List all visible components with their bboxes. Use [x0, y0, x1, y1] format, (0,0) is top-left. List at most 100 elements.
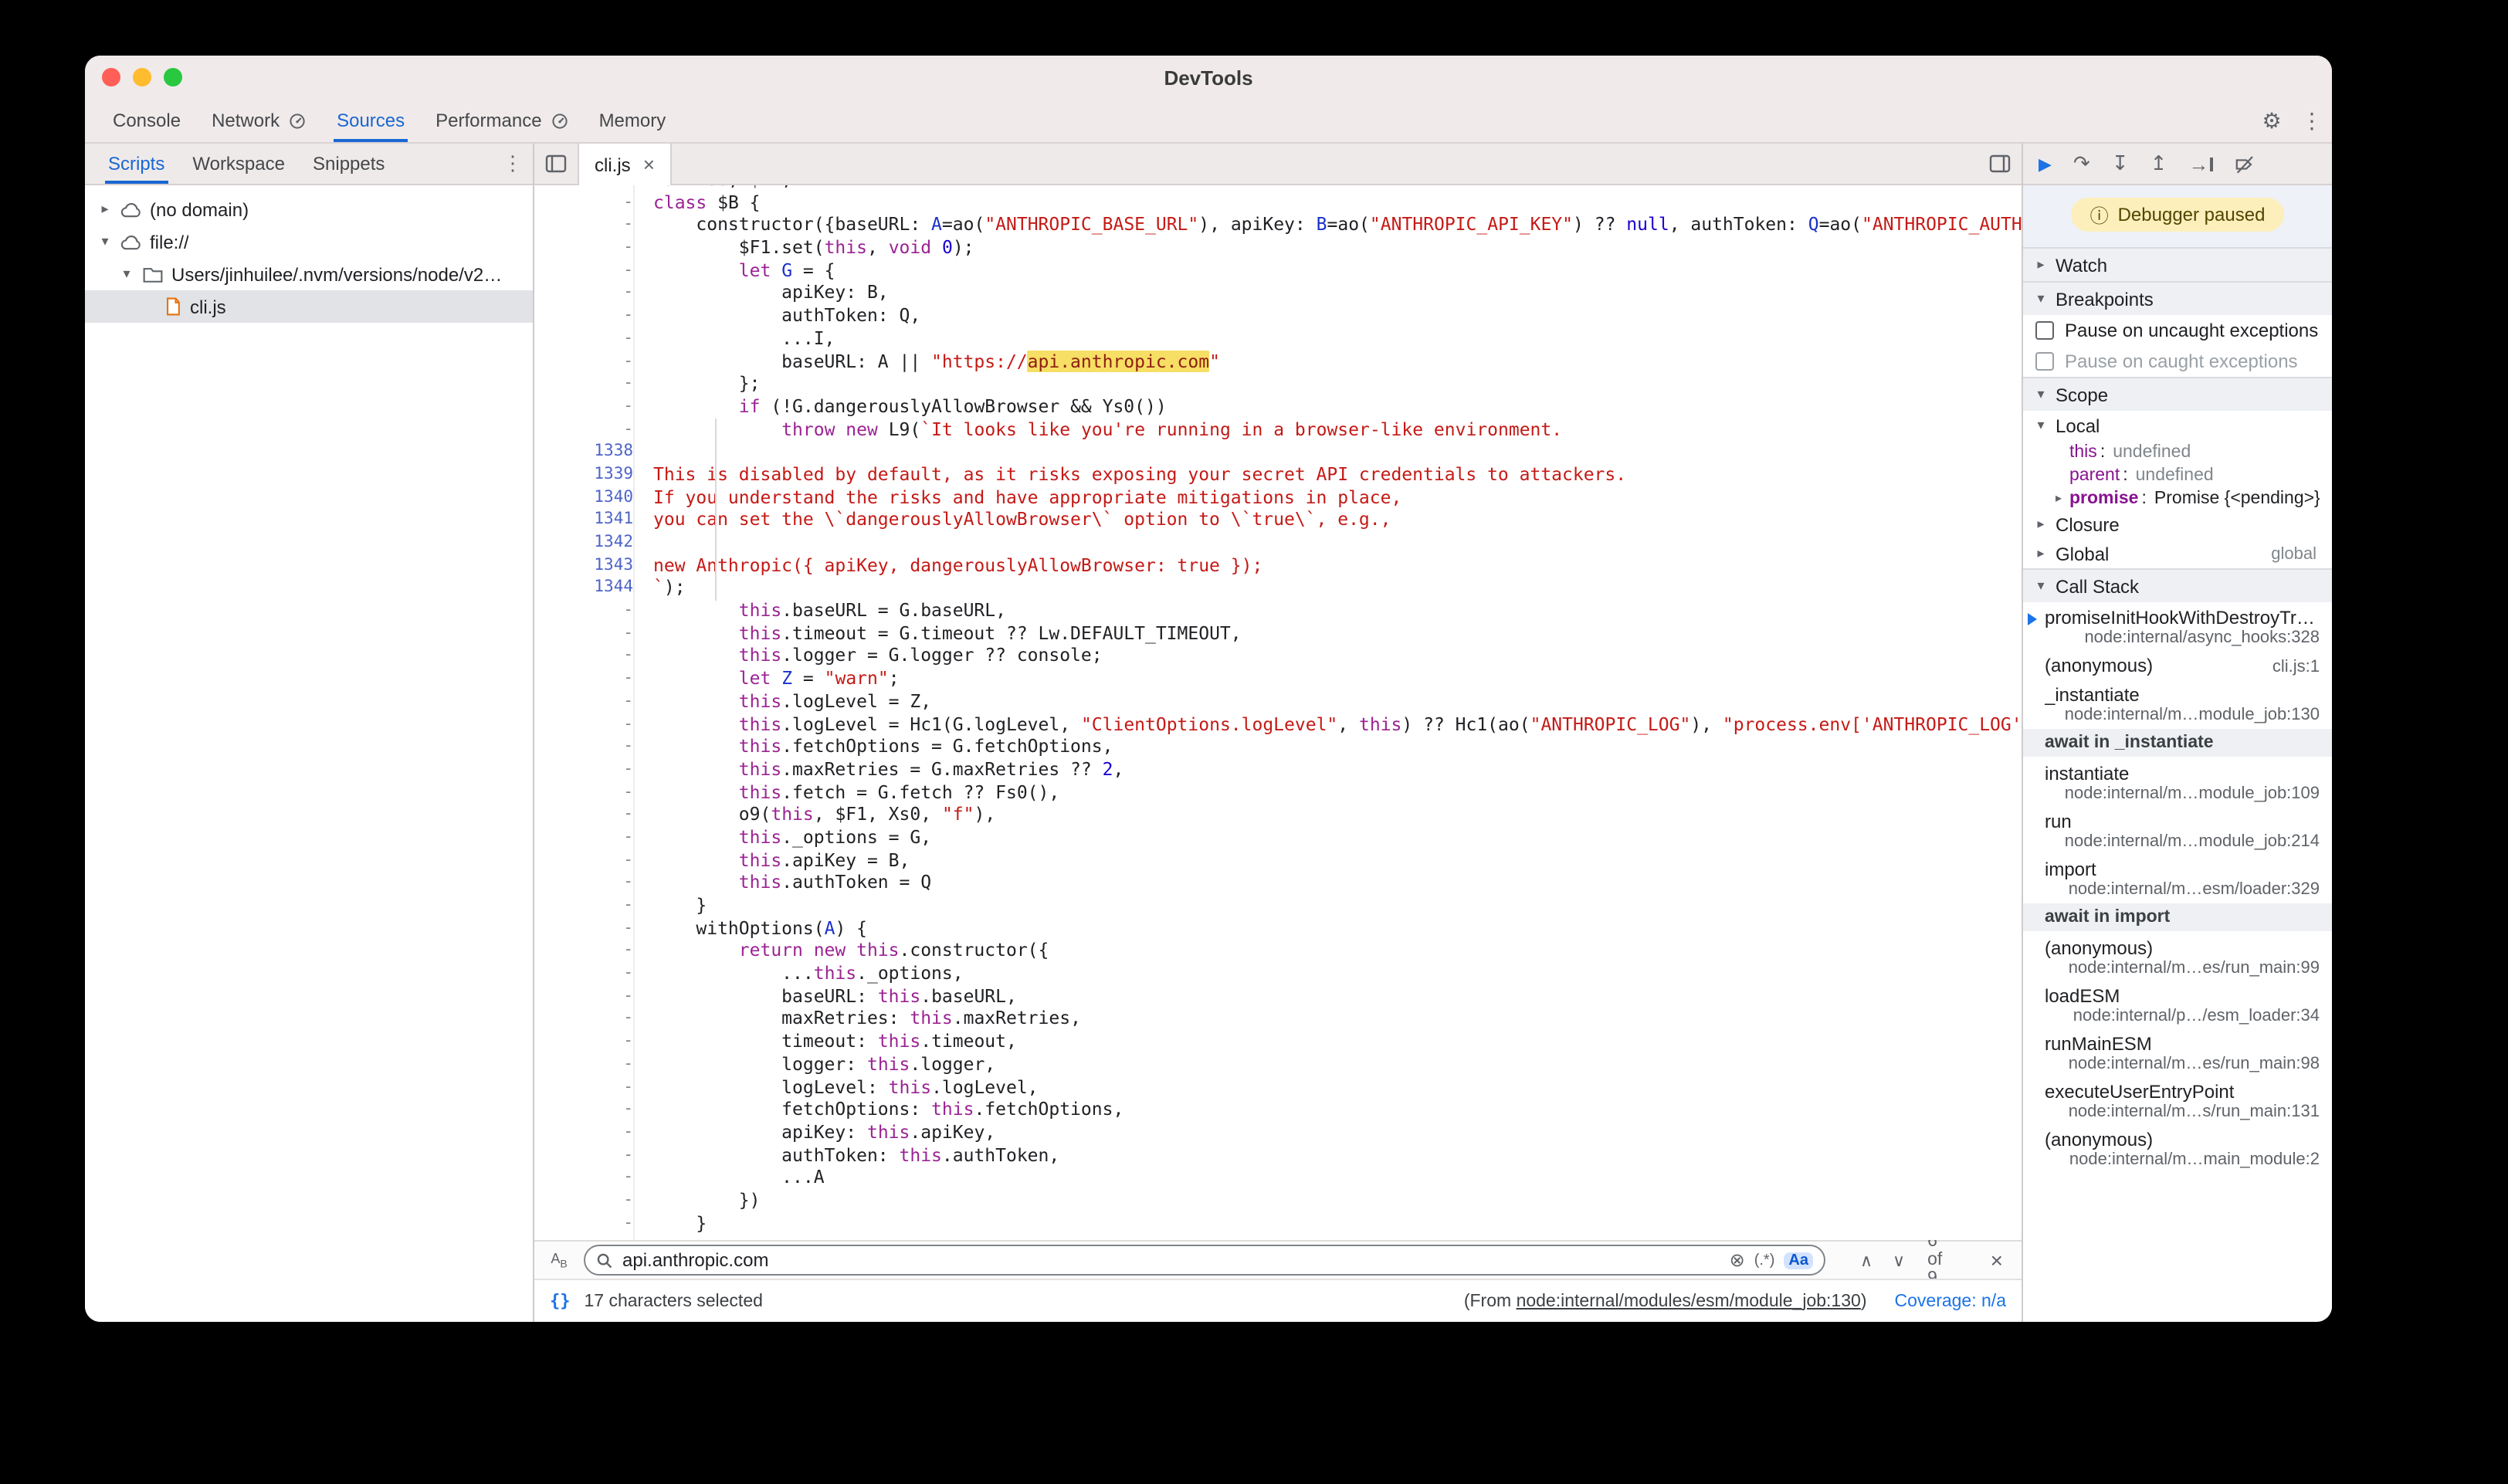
- next-match-button[interactable]: ∨: [1889, 1250, 1909, 1270]
- zoom-window-button[interactable]: [164, 68, 182, 86]
- code-line[interactable]: 1343new Anthropic({ apiKey, dangerouslyA…: [534, 554, 2022, 576]
- code-line[interactable]: - this.authToken = Q: [534, 872, 2022, 894]
- line-number[interactable]: -: [534, 372, 647, 395]
- code-line[interactable]: - withOptions(A) {: [534, 916, 2022, 939]
- code-line[interactable]: - }: [534, 1211, 2022, 1234]
- line-number[interactable]: -: [534, 327, 647, 350]
- code-line[interactable]: 1341you can set the \`dangerouslyAllowBr…: [534, 509, 2022, 531]
- checkbox[interactable]: [2035, 352, 2054, 371]
- scope-group-global[interactable]: ▸Globalglobal: [2023, 539, 2332, 568]
- close-tab-icon[interactable]: ×: [643, 153, 655, 176]
- chevron-down-icon[interactable]: ▾: [119, 266, 134, 283]
- line-number[interactable]: -: [534, 1121, 647, 1143]
- line-number[interactable]: -: [534, 214, 647, 236]
- search-input[interactable]: [622, 1248, 1720, 1272]
- code-line[interactable]: - this.maxRetries = G.maxRetries ?? 2,: [534, 758, 2022, 781]
- callstack-frame[interactable]: importnode:internal/m…esm/loader:329: [2023, 854, 2332, 902]
- callstack-frame[interactable]: (anonymous)cli.js:1: [2023, 650, 2332, 679]
- kebab-menu-icon[interactable]: ⋮: [2292, 99, 2332, 142]
- toolbar-tab-console[interactable]: Console: [97, 99, 196, 142]
- callstack-frame[interactable]: instantiatenode:internal/m…module_job:10…: [2023, 758, 2332, 806]
- toolbar-tab-network[interactable]: Network: [196, 99, 321, 142]
- line-number[interactable]: -: [534, 1143, 647, 1166]
- breakpoints-section-header[interactable]: ▾Breakpoints: [2023, 281, 2332, 315]
- scope-section-header[interactable]: ▾Scope: [2023, 377, 2332, 411]
- line-number[interactable]: 1340: [534, 486, 647, 508]
- code-line[interactable]: - o9(this, $F1, Xs0, "f"),: [534, 804, 2022, 826]
- code-line[interactable]: - this.logger = G.logger ?? console;: [534, 645, 2022, 667]
- code-line[interactable]: - this._options = G,: [534, 826, 2022, 849]
- breakpoint-option-label[interactable]: Pause on caught exceptions: [2065, 351, 2298, 372]
- code-line[interactable]: - authToken: this.authToken,: [534, 1143, 2022, 1166]
- code-line[interactable]: - apiKey: B,: [534, 282, 2022, 304]
- line-number[interactable]: -: [534, 872, 647, 894]
- line-number[interactable]: -: [534, 1211, 647, 1234]
- line-number[interactable]: 1344: [534, 577, 647, 599]
- breakpoint-option-label[interactable]: Pause on uncaught exceptions: [2065, 320, 2318, 341]
- clear-search-icon[interactable]: ⊗: [1730, 1249, 1745, 1271]
- code-line[interactable]: 1342: [534, 531, 2022, 554]
- tree-item[interactable]: cli.js: [85, 290, 533, 323]
- line-number[interactable]: -: [534, 804, 647, 826]
- code-line[interactable]: - this.logLevel = Hc1(G.logLevel, "Clien…: [534, 713, 2022, 735]
- callstack-frame[interactable]: runnode:internal/m…module_job:214: [2023, 806, 2332, 854]
- line-number[interactable]: -: [534, 735, 647, 757]
- replace-toggle-icon[interactable]: AB: [547, 1250, 571, 1270]
- minimize-window-button[interactable]: [133, 68, 151, 86]
- callstack-frame[interactable]: (anonymous)node:internal/m…es/run_main:9…: [2023, 933, 2332, 981]
- regex-toggle[interactable]: (.*): [1754, 1252, 1775, 1269]
- line-number[interactable]: -: [534, 395, 647, 418]
- line-number[interactable]: -: [534, 667, 647, 689]
- source-origin-link[interactable]: node:internal/modules/esm/module_job:130: [1517, 1292, 1861, 1310]
- callstack-frame[interactable]: executeUserEntryPointnode:internal/m…s/r…: [2023, 1076, 2332, 1124]
- code-line[interactable]: - }): [534, 1189, 2022, 1211]
- line-number[interactable]: -: [534, 1098, 647, 1120]
- callstack-frame[interactable]: _instantiatenode:internal/m…module_job:1…: [2023, 679, 2332, 727]
- line-number[interactable]: -: [534, 1189, 647, 1211]
- code-line[interactable]: - baseURL: this.baseURL,: [534, 985, 2022, 1008]
- code-line[interactable]: - return new this.constructor({: [534, 940, 2022, 962]
- chevron-down-icon[interactable]: ▾: [97, 233, 113, 250]
- step-icon[interactable]: →: [2188, 152, 2212, 175]
- line-number[interactable]: 1341: [534, 509, 647, 531]
- line-number[interactable]: 1343: [534, 554, 647, 576]
- code-line[interactable]: 1340If you understand the risks and have…: [534, 486, 2022, 508]
- line-number[interactable]: -: [534, 185, 647, 191]
- code-line[interactable]: - fetchOptions: this.fetchOptions,: [534, 1098, 2022, 1120]
- coverage-link[interactable]: Coverage: n/a: [1895, 1292, 2007, 1310]
- line-number[interactable]: 1338: [534, 441, 647, 463]
- code-line[interactable]: - throw new L9(`It looks like you're run…: [534, 418, 2022, 440]
- close-window-button[interactable]: [102, 68, 120, 86]
- line-number[interactable]: -: [534, 236, 647, 259]
- line-number[interactable]: -: [534, 985, 647, 1008]
- code-line[interactable]: - ...A: [534, 1167, 2022, 1189]
- navigator-tab-snippets[interactable]: Snippets: [299, 144, 398, 184]
- toolbar-tab-sources[interactable]: Sources: [321, 99, 420, 142]
- line-number[interactable]: -: [534, 304, 647, 327]
- line-number[interactable]: -: [534, 1008, 647, 1030]
- line-number[interactable]: -: [534, 1030, 647, 1052]
- code-line[interactable]: - ...I,: [534, 327, 2022, 350]
- chevron-right-icon[interactable]: ▸: [2051, 491, 2066, 505]
- callstack-section-header[interactable]: ▾Call Stack: [2023, 568, 2332, 602]
- line-number[interactable]: -: [534, 599, 647, 622]
- callstack-frame[interactable]: promiseInitHookWithDestroyTr…node:intern…: [2023, 602, 2332, 650]
- breakpoint-option[interactable]: Pause on caught exceptions: [2023, 346, 2332, 377]
- line-number[interactable]: -: [534, 350, 647, 372]
- code-line[interactable]: - apiKey: this.apiKey,: [534, 1121, 2022, 1143]
- deactivate-breakpoints-icon[interactable]: [2234, 154, 2254, 174]
- line-number[interactable]: 1339: [534, 463, 647, 486]
- line-number[interactable]: -: [534, 758, 647, 781]
- code-line[interactable]: - timeout: this.timeout,: [534, 1030, 2022, 1052]
- scope-group-closure[interactable]: ▸Closure: [2023, 510, 2332, 539]
- line-number[interactable]: -: [534, 259, 647, 282]
- line-number[interactable]: -: [534, 645, 647, 667]
- line-number[interactable]: -: [534, 849, 647, 871]
- breakpoint-option[interactable]: Pause on uncaught exceptions: [2023, 315, 2332, 346]
- code-line[interactable]: 1339This is disabled by default, as it r…: [534, 463, 2022, 486]
- line-number[interactable]: -: [534, 1076, 647, 1098]
- callstack-frame[interactable]: runMainESMnode:internal/m…es/run_main:98: [2023, 1028, 2332, 1076]
- callstack-frame[interactable]: loadESMnode:internal/p…/esm_loader:34: [2023, 981, 2332, 1028]
- search-input-container[interactable]: ⊗ (.*) Aa: [584, 1245, 1825, 1276]
- step-out-icon[interactable]: ↥: [2150, 151, 2167, 176]
